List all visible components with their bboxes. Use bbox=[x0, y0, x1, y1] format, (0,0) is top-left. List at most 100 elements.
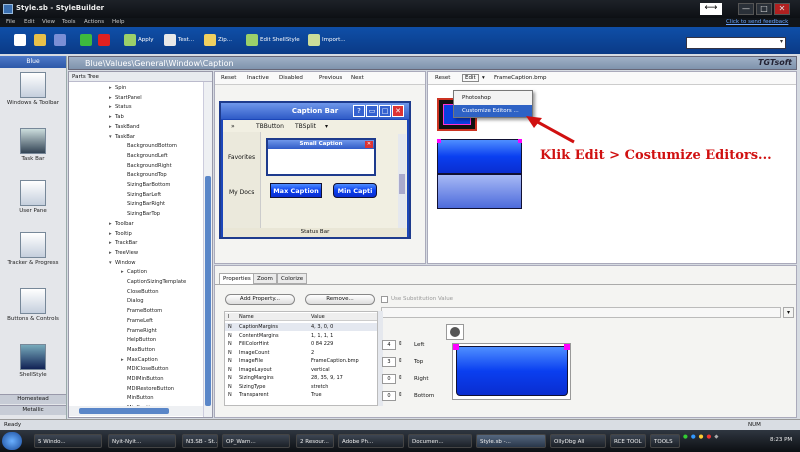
tray-icon[interactable]: ● bbox=[683, 434, 688, 448]
taskbar-item[interactable]: Style.sb -... bbox=[476, 434, 546, 448]
tree-node[interactable]: MDICloseButton bbox=[121, 366, 169, 372]
tree-node[interactable]: FrameLeft bbox=[121, 318, 153, 324]
editor-edit-button[interactable]: Edit bbox=[462, 74, 479, 82]
minimize-icon[interactable]: ▭ bbox=[366, 105, 378, 117]
chevron-icon[interactable]: » bbox=[231, 123, 235, 130]
tree-node[interactable]: CaptionSizingTemplate bbox=[121, 279, 186, 285]
tree-node[interactable]: FrameBottom bbox=[121, 308, 162, 314]
menu-help[interactable]: Help bbox=[112, 19, 125, 25]
scroll-thumb[interactable] bbox=[79, 408, 169, 414]
next-button[interactable]: Next bbox=[351, 75, 364, 81]
add-property-button[interactable]: Add Property... bbox=[225, 294, 295, 305]
table-row[interactable]: N ContentMargins 1, 1, 1, 1 bbox=[225, 332, 377, 340]
tree-node[interactable]: SizingBarRight bbox=[121, 201, 165, 207]
category-tracker-progress[interactable]: Tracker & Progress bbox=[3, 232, 63, 266]
spinner-arrows-icon[interactable]: ⇕ bbox=[398, 341, 403, 347]
tray-icon[interactable]: ● bbox=[699, 434, 704, 448]
send-feedback-link[interactable]: Click to send feedback bbox=[726, 19, 788, 25]
category-windows-toolbar[interactable]: Windows & Toolbar bbox=[3, 72, 63, 106]
category-homestead[interactable]: Homestead bbox=[0, 394, 66, 404]
table-row[interactable]: N SizingMargins 28, 35, 9, 17 bbox=[225, 374, 377, 382]
tree-node[interactable]: MinButton bbox=[121, 395, 154, 401]
taskbar-item[interactable]: OllyDbg All bbox=[550, 434, 606, 448]
tree-node[interactable]: BackgroundTop bbox=[121, 172, 167, 178]
import-button[interactable]: Import... bbox=[308, 33, 346, 47]
tree-node[interactable]: SizingBarTop bbox=[121, 211, 160, 217]
chevron-down-icon[interactable]: ▾ bbox=[325, 123, 328, 130]
test-button[interactable]: Test... bbox=[164, 33, 194, 47]
table-row[interactable]: N ImageFile FrameCaption.bmp bbox=[225, 357, 377, 365]
disabled-button[interactable]: Disabled bbox=[279, 75, 303, 81]
use-substitution-checkbox[interactable] bbox=[381, 296, 388, 303]
taskbar-item[interactable]: 5 Windo... bbox=[34, 434, 102, 448]
menu-edit[interactable]: Edit bbox=[24, 19, 35, 25]
menu-actions[interactable]: Actions bbox=[84, 19, 104, 25]
menu-file[interactable]: File bbox=[6, 19, 15, 25]
menu-item-photoshop[interactable]: Photoshop bbox=[454, 92, 532, 104]
inactive-button[interactable]: Inactive bbox=[247, 75, 269, 81]
tree-horizontal-scrollbar[interactable] bbox=[69, 406, 203, 416]
tray-icon[interactable]: ● bbox=[706, 434, 711, 448]
tree-node[interactable]: MDIMinButton bbox=[121, 376, 164, 382]
tree-node[interactable]: MDIRestoreButton bbox=[121, 386, 174, 392]
table-row[interactable]: N SizingType stretch bbox=[225, 383, 377, 391]
category-buttons-controls[interactable]: Buttons & Controls bbox=[3, 288, 63, 322]
substitution-value-field[interactable] bbox=[381, 307, 781, 318]
resize-arrows-icon[interactable]: ⟷ bbox=[700, 3, 722, 15]
save-button[interactable] bbox=[54, 33, 66, 47]
tree-node[interactable]: ▸ TrackBar bbox=[109, 240, 137, 246]
tree-node[interactable]: CloseButton bbox=[121, 289, 159, 295]
zip-button[interactable]: Zip... bbox=[204, 33, 232, 47]
close-icon[interactable]: ✕ bbox=[365, 141, 373, 148]
category-metallic[interactable]: Metallic bbox=[0, 405, 66, 415]
tree-node[interactable]: ▸ StartPanel bbox=[109, 95, 142, 101]
category-user-pane[interactable]: User Pane bbox=[3, 180, 63, 214]
menu-tools[interactable]: Tools bbox=[62, 19, 76, 25]
tree-node[interactable]: ▸ Tooltip bbox=[109, 231, 132, 237]
tree-node[interactable]: ▸ Caption bbox=[121, 269, 147, 275]
spinner-arrows-icon[interactable]: ⇕ bbox=[398, 358, 403, 364]
spinner-left[interactable]: 4 bbox=[382, 340, 396, 350]
taskbar-item[interactable]: OP_Warn... bbox=[222, 434, 290, 448]
menu-view[interactable]: View bbox=[42, 19, 55, 25]
tree-node[interactable]: ▸ Status bbox=[109, 104, 132, 110]
apply-button[interactable]: Apply bbox=[124, 33, 154, 47]
taskbar-item[interactable]: RCE TOOL bbox=[610, 434, 646, 448]
tree-node[interactable]: FrameRight bbox=[121, 328, 157, 334]
taskbar-item[interactable]: Documen... bbox=[408, 434, 472, 448]
preview-scrollbar[interactable] bbox=[398, 134, 406, 228]
chevron-down-icon[interactable]: ▾ bbox=[783, 307, 794, 318]
tbbutton[interactable]: TBButton bbox=[256, 123, 284, 130]
taskbar-item[interactable]: Adobe Ph... bbox=[338, 434, 404, 448]
tree-node[interactable]: ▸ MaxCaption bbox=[121, 357, 158, 363]
help-icon[interactable]: ? bbox=[353, 105, 365, 117]
previous-button[interactable]: Previous bbox=[319, 75, 342, 81]
tree-node[interactable]: ▾ TaskBar bbox=[109, 134, 135, 140]
close-icon[interactable]: ✕ bbox=[392, 105, 404, 117]
tree-node[interactable]: SizingBarBottom bbox=[121, 182, 170, 188]
tree-node[interactable]: ▸ Toolbar bbox=[109, 221, 134, 227]
tree-vertical-scrollbar[interactable] bbox=[203, 82, 212, 417]
maximize-button[interactable]: □ bbox=[756, 3, 772, 15]
spinner-arrows-icon[interactable]: ⇕ bbox=[398, 375, 403, 381]
add-button[interactable] bbox=[80, 33, 92, 47]
taskbar-item[interactable]: Nyit-Nyit... bbox=[108, 434, 176, 448]
tree-node[interactable]: HelpButton bbox=[121, 337, 156, 343]
clock[interactable]: 8:23 PM bbox=[770, 437, 792, 443]
editor-reset-button[interactable]: Reset bbox=[435, 75, 450, 81]
scroll-thumb[interactable] bbox=[205, 176, 211, 406]
tree-node[interactable]: ▾ Window bbox=[109, 260, 135, 266]
chevron-down-icon[interactable]: ▾ bbox=[482, 75, 485, 81]
spinner-top[interactable]: 3 bbox=[382, 357, 396, 367]
tree-node[interactable]: Dialog bbox=[121, 298, 144, 304]
tree-node[interactable]: BackgroundBottom bbox=[121, 143, 177, 149]
tab-zoom[interactable]: Zoom bbox=[253, 273, 277, 284]
start-button[interactable] bbox=[2, 432, 22, 450]
table-row[interactable]: N CaptionMargins 4, 3, 0, 0 bbox=[225, 323, 377, 331]
taskbar-item[interactable]: N3.SB - St... bbox=[182, 434, 218, 448]
toolbar-combo[interactable]: ▾ bbox=[686, 37, 786, 49]
category-header[interactable]: Blue bbox=[0, 56, 66, 68]
new-button[interactable] bbox=[14, 33, 26, 47]
maximize-icon[interactable]: □ bbox=[379, 105, 391, 117]
tree-node[interactable]: ▸ TaskBand bbox=[109, 124, 140, 130]
